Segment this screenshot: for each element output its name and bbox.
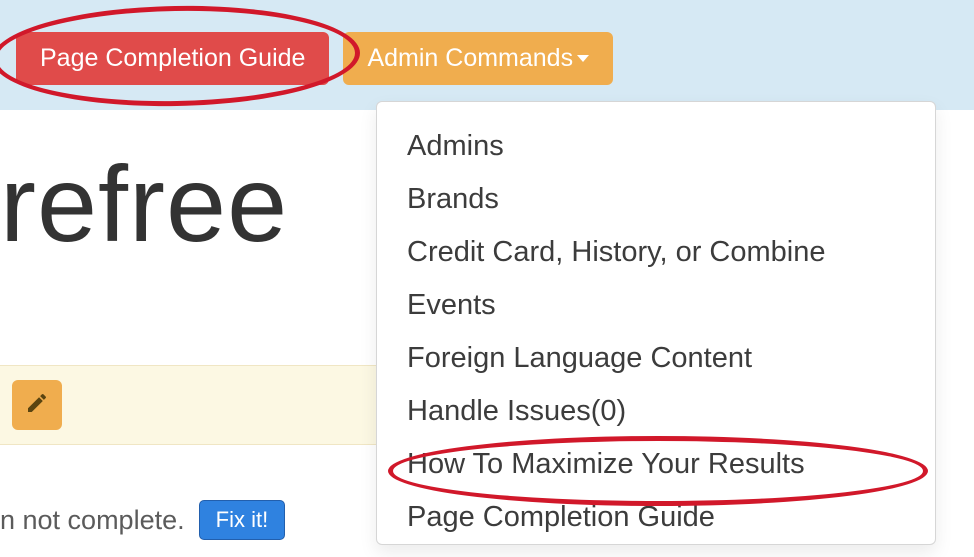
dropdown-item-label: Brands (407, 183, 499, 215)
dropdown-item-label: Page Completion Guide (407, 501, 715, 533)
caret-down-icon (577, 55, 589, 62)
admin-commands-button[interactable]: Admin Commands (343, 32, 613, 85)
page-completion-guide-button[interactable]: Page Completion Guide (16, 32, 329, 85)
dropdown-item-label: Foreign Language Content (407, 342, 752, 374)
status-row: n not complete. Fix it! (0, 500, 285, 540)
dropdown-item-label: Admins (407, 130, 504, 162)
dropdown-item-label: Events (407, 289, 496, 321)
dropdown-item-label: Handle Issues(0) (407, 395, 626, 427)
dropdown-item-handle-issues[interactable]: Handle Issues(0) (377, 385, 935, 438)
dropdown-item-label: How To Maximize Your Results (407, 448, 805, 480)
dropdown-item-credit-card[interactable]: Credit Card, History, or Combine (377, 226, 935, 279)
dropdown-item-admins[interactable]: Admins (377, 120, 935, 173)
status-text-fragment: n not complete. (0, 505, 185, 536)
edit-button[interactable] (12, 380, 62, 430)
fix-it-label: Fix it! (216, 507, 269, 533)
dropdown-item-foreign-language[interactable]: Foreign Language Content (377, 332, 935, 385)
dropdown-item-brands[interactable]: Brands (377, 173, 935, 226)
pencil-icon (25, 391, 49, 420)
edit-strip (0, 365, 380, 445)
admin-commands-dropdown: Admins Brands Credit Card, History, or C… (376, 101, 936, 545)
admin-commands-label: Admin Commands (367, 44, 573, 73)
page-completion-guide-label: Page Completion Guide (40, 44, 305, 73)
top-bar: Page Completion Guide Admin Commands (0, 0, 974, 110)
dropdown-item-maximize-results[interactable]: How To Maximize Your Results (377, 438, 935, 491)
dropdown-item-page-completion-guide[interactable]: Page Completion Guide (377, 491, 935, 544)
dropdown-item-events[interactable]: Events (377, 279, 935, 332)
fix-it-button[interactable]: Fix it! (199, 500, 286, 540)
page-title-fragment: refree (0, 150, 288, 258)
dropdown-item-label: Credit Card, History, or Combine (407, 236, 825, 268)
